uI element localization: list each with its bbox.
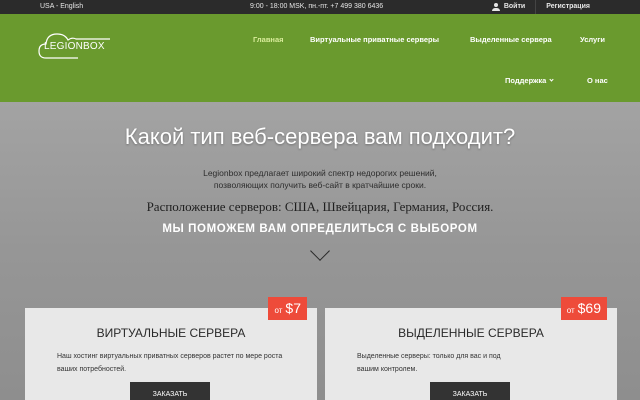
price-amount: $69 [577,300,601,316]
card-text: Наш хостинг виртуальных приватных сервер… [57,353,283,373]
register-label: Регистрация [546,3,590,10]
price-prefix: от [566,306,575,315]
card-text: Выделенные серверы: только для вас и под… [357,353,501,373]
nav-about[interactable]: О нас [587,76,608,85]
order-button[interactable]: ЗАКАЗАТЬ [130,382,210,400]
dedicated-card: от $69 ВЫДЕЛЕННЫЕ СЕРВЕРА Выделенные серв… [325,297,617,400]
nav-services[interactable]: Услуги [580,35,605,44]
logo[interactable]: LEGIONBOX [38,28,112,60]
auth-links: Войти Регистрация [482,0,600,14]
nav-support[interactable]: Поддержка [505,76,554,85]
hero-title: Какой тип веб-сервера вам подходит? [124,124,516,149]
nav-home[interactable]: Главная [253,35,284,44]
contact-info: 9:00 - 18:00 MSK, пн.-пт. +7 499 380 643… [250,0,383,14]
login-label: Войти [503,3,526,10]
login-link[interactable]: Войти [482,0,535,14]
price-amount: $7 [285,300,301,316]
register-link[interactable]: Регистрация [535,0,600,14]
hero-description-line1: Legionbox предлагает широкий спектр недо… [203,168,437,178]
chevron-down-icon [549,77,554,82]
price-prefix: от [274,306,283,315]
server-locations: Расположение серверов: США, Швейцария, Г… [146,199,494,214]
site-header: LEGIONBOX Главная Виртуальные приватные … [0,14,640,102]
price-badge: от $69 [560,297,607,320]
language-selector[interactable]: USA - English [40,0,83,14]
logo-text: LEGIONBOX [44,41,105,52]
card-title: ВИРТУАЛЬНЫЕ СЕРВЕРА [96,326,246,340]
vps-card: от $7 ВИРТУАЛЬНЫЕ СЕРВЕРА Наш хостинг вир… [25,297,317,400]
top-bar: USA - English 9:00 - 18:00 MSK, пн.-пт. … [0,0,640,14]
hero-description-line2: позволяющих получить веб-сайт в кратчайш… [213,180,427,190]
order-button[interactable]: ЗАКАЗАТЬ [430,382,510,400]
hero-description: Legionbox предлагает широкий спектр недо… [0,167,640,191]
nav-vps[interactable]: Виртуальные приватные серверы [310,35,439,44]
help-heading: МЫ ПОМОЖЕМ ВАМ ОПРЕДЕЛИТЬСЯ С ВЫБОРОМ [162,223,478,235]
nav-support-label: Поддержка [505,76,547,85]
nav-dedicated[interactable]: Выделенные сервера [470,35,552,44]
phone-number[interactable]: +7 499 380 6436 [330,3,383,10]
card-title: ВЫДЕЛЕННЫЕ СЕРВЕРА [398,326,544,340]
user-icon [491,3,500,11]
price-badge: от $7 [268,297,307,320]
working-hours: 9:00 - 18:00 MSK, пн.-пт. [250,3,329,10]
